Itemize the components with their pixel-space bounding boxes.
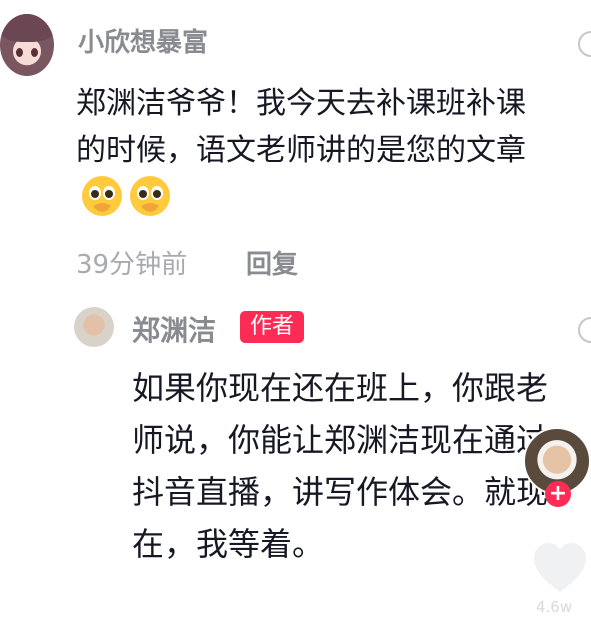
pleading-face-emoji xyxy=(80,174,124,232)
comment-like-icon[interactable] xyxy=(578,31,591,57)
avatar-hair xyxy=(0,14,54,42)
comment-body: 郑渊洁爷爷！我今天去补课班补课的时候，语文老师讲的是您的文章 xyxy=(76,86,526,168)
reply-text: 如果你现在还在班上，你跟老师说，你能让郑渊洁现在通过抖音直播，讲写作体会。就现在… xyxy=(132,369,549,563)
commenter-name[interactable]: 小欣想暴富 xyxy=(78,22,208,59)
heart-icon[interactable] xyxy=(530,540,590,596)
follow-plus-icon[interactable]: + xyxy=(545,481,571,507)
comment-time: 39分钟前 xyxy=(76,250,188,280)
commenter-avatar[interactable] xyxy=(0,14,54,76)
author-name[interactable]: 郑渊洁 xyxy=(132,309,216,349)
author-avatar[interactable] xyxy=(74,307,114,347)
reply-button[interactable]: 回复 xyxy=(246,244,298,281)
reply-like-icon[interactable] xyxy=(578,317,591,343)
avatar-eye-right xyxy=(31,48,38,57)
pleading-face-emoji xyxy=(128,174,172,232)
like-count: 4.6w xyxy=(536,598,573,616)
comment-text: 郑渊洁爷爷！我今天去补课班补课的时候，语文老师讲的是您的文章 xyxy=(76,80,546,232)
author-badge: 作者 xyxy=(240,311,304,343)
avatar-eye-left xyxy=(16,48,23,57)
